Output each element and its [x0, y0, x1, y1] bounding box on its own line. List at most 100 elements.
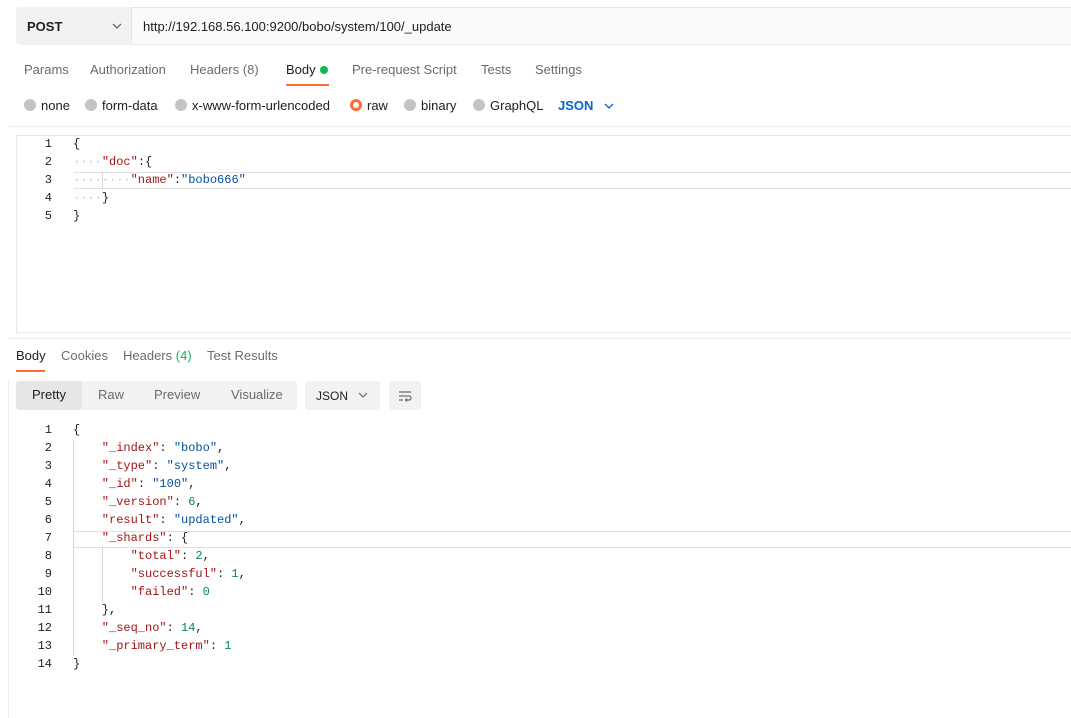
json-value: 1 — [231, 567, 239, 581]
line-number: 13 — [37, 639, 52, 653]
json-key: "total" — [130, 549, 182, 563]
tab-headers-label: Headers — [190, 62, 240, 77]
json-key: "_index" — [101, 441, 160, 455]
json-key: "_seq_no" — [101, 621, 167, 635]
view-mode-visualize[interactable]: Visualize — [231, 387, 283, 402]
json-value: 14 — [181, 621, 196, 635]
line-number: 9 — [44, 567, 52, 581]
json-comma: , — [217, 441, 225, 455]
url-input[interactable]: http://192.168.56.100:9200/bobo/system/1… — [143, 19, 452, 34]
json-comma: , — [188, 477, 196, 491]
radio-label-form-data: form-data — [102, 98, 158, 113]
line-number: 8 — [44, 549, 52, 563]
line-number: 2 — [44, 441, 52, 455]
code-line: ····"doc":{ — [73, 155, 153, 169]
radio-none[interactable] — [24, 99, 36, 111]
json-punct: { — [73, 423, 81, 437]
code-line: "failed": 0 — [131, 585, 210, 599]
view-mode-pretty[interactable]: Pretty — [32, 387, 66, 402]
line-number: 1 — [44, 423, 52, 437]
json-value: 2 — [195, 549, 203, 563]
code-line: { — [73, 423, 80, 437]
json-punct: :{ — [137, 155, 153, 169]
json-value: "system" — [166, 459, 225, 473]
json-comma: , — [195, 621, 203, 635]
json-comma: , — [238, 513, 246, 527]
radio-binary[interactable] — [404, 99, 416, 111]
body-active-dot — [320, 66, 328, 74]
response-tab-headers-count: (4) — [175, 348, 192, 363]
json-key: "result" — [101, 513, 160, 527]
json-key: "_primary_term" — [101, 639, 210, 653]
response-tab-cookies[interactable]: Cookies — [61, 348, 108, 363]
indent-guide — [102, 172, 103, 189]
body-format-select[interactable]: JSON — [558, 98, 593, 113]
code-line: "_id": "100", — [102, 477, 196, 491]
response-format-label: JSON — [316, 389, 349, 403]
response-tab-body[interactable]: Body — [16, 348, 46, 363]
line-number: 11 — [37, 603, 52, 617]
code-line: "result": "updated", — [102, 513, 246, 527]
json-key: "_id" — [101, 477, 138, 491]
radio-graphql[interactable] — [473, 99, 485, 111]
panel-border — [8, 380, 9, 718]
tab-body[interactable]: Body — [286, 62, 316, 77]
tab-headers[interactable]: Headers (8) — [190, 62, 259, 77]
divider — [8, 126, 1071, 127]
json-colon: : — [166, 531, 182, 545]
code-line: ····} — [73, 191, 110, 205]
radio-raw[interactable] — [350, 99, 362, 111]
radio-label-none: none — [41, 98, 70, 113]
line-number: 3 — [44, 173, 52, 187]
line-number: 5 — [44, 495, 52, 509]
radio-form-data[interactable] — [85, 99, 97, 111]
indent-guide — [102, 548, 103, 602]
radio-x-www-form-urlencoded[interactable] — [175, 99, 187, 111]
json-comma: , — [238, 567, 246, 581]
tab-pre-request-script[interactable]: Pre-request Script — [352, 62, 457, 77]
view-mode-raw[interactable]: Raw — [98, 387, 124, 402]
chevron-down-icon[interactable] — [110, 19, 124, 33]
tab-tests[interactable]: Tests — [481, 62, 511, 77]
json-colon: : — [159, 513, 174, 527]
code-line: "_version": 6, — [102, 495, 203, 509]
line-number: 12 — [37, 621, 52, 635]
view-mode-preview[interactable]: Preview — [154, 387, 200, 402]
tab-settings[interactable]: Settings — [535, 62, 582, 77]
json-colon: : — [137, 477, 153, 491]
request-body-editor[interactable] — [16, 135, 1071, 333]
json-key: "_shards" — [101, 531, 167, 545]
tab-params[interactable]: Params — [24, 62, 69, 77]
code-line: "_shards": { — [102, 531, 188, 545]
code-line: "_index": "bobo", — [102, 441, 224, 455]
json-punct: }, — [101, 603, 117, 617]
code-line: } — [73, 209, 81, 223]
json-punct: } — [101, 191, 110, 205]
line-number: 10 — [37, 585, 52, 599]
code-line: } — [73, 657, 80, 671]
response-tab-headers-label: Headers — [123, 348, 173, 363]
radio-label-raw: raw — [367, 98, 388, 113]
chevron-down-icon[interactable] — [603, 100, 615, 112]
method-label: POST — [27, 19, 63, 34]
response-tab-headers[interactable]: Headers (4) — [123, 348, 192, 363]
json-colon: : — [209, 639, 225, 653]
response-tab-test-results[interactable]: Test Results — [207, 348, 278, 363]
code-line: "_primary_term": 1 — [102, 639, 232, 653]
code-line: "_seq_no": 14, — [102, 621, 203, 635]
code-line: ········"name":"bobo666" — [73, 173, 246, 187]
radio-label-x-www-form-urlencoded: x-www-form-urlencoded — [192, 98, 330, 113]
wrap-lines-icon — [399, 391, 412, 402]
chevron-down-icon[interactable] — [357, 389, 369, 401]
response-tab-active-indicator — [16, 370, 45, 372]
line-number: 4 — [44, 191, 52, 205]
json-comma: , — [195, 495, 203, 509]
line-number: 1 — [44, 137, 52, 151]
json-key: "_version" — [101, 495, 174, 509]
json-key: "failed" — [130, 585, 189, 599]
code-line: "total": 2, — [131, 549, 210, 563]
json-value: "bobo" — [173, 441, 218, 455]
line-number: 4 — [44, 477, 52, 491]
tab-authorization[interactable]: Authorization — [90, 62, 166, 77]
json-colon: : — [159, 441, 174, 455]
